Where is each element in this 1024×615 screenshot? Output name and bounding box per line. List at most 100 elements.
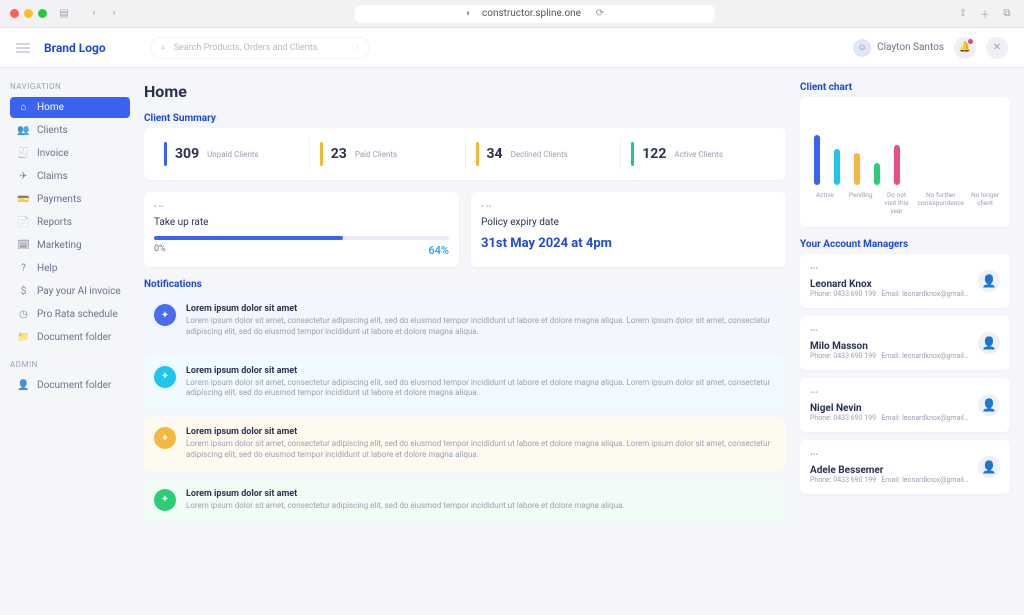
manager-name: Adele Bessemer — [810, 465, 970, 476]
chart-bar — [814, 135, 820, 185]
search-input[interactable]: ⌕ Search Products, Orders and Clients › — [150, 37, 370, 59]
avatar: 👤 — [978, 270, 1000, 292]
file-icon: 📄 — [18, 217, 29, 228]
sidebar-item-document-folder[interactable]: 👤Document folder — [10, 375, 130, 396]
notification-text: Lorem ipsum dolor sit amet, consectetur … — [186, 378, 776, 400]
folder-icon: 📁 — [18, 332, 29, 343]
sidebar-item-marketing[interactable]: 🗓Marketing — [10, 235, 130, 256]
notification-icon: ✦ — [154, 427, 176, 449]
share-icon[interactable]: ⇪ — [956, 7, 970, 21]
notification-text: Lorem ipsum dolor sit amet, consectetur … — [186, 316, 776, 338]
chart-category-label: No further correspondence — [917, 191, 964, 215]
notification-icon: ✦ — [154, 366, 176, 388]
shield-icon: ◐ — [462, 7, 476, 21]
tabs-icon[interactable]: ⧉ — [1000, 7, 1014, 21]
invoice-icon: 🧾 — [18, 148, 29, 159]
sidebar-nav-label: NAVIGATION — [10, 82, 130, 91]
sidebar-item-claims[interactable]: ✈Claims — [10, 166, 130, 187]
take-up-rate-card: • •• Take up rate 0% 64% — [144, 192, 459, 267]
brand-logo[interactable]: Brand Logo — [44, 41, 106, 55]
minimize-window-icon[interactable] — [24, 9, 33, 18]
sidebar: NAVIGATION ⌂Home👥Clients🧾Invoice✈Claims💳… — [0, 68, 140, 615]
chart-bar — [894, 145, 900, 185]
users-icon: 👥 — [18, 125, 29, 136]
notification-text: Lorem ipsum dolor sit amet, consectetur … — [186, 501, 625, 512]
manager-card[interactable]: ••• Milo Masson Phone: 0433 690 199 Emai… — [800, 316, 1010, 370]
back-icon[interactable]: ‹ — [87, 7, 101, 21]
menu-icon[interactable] — [16, 43, 30, 53]
notification-title: Lorem ipsum dolor sit amet — [186, 304, 776, 314]
manager-card[interactable]: ••• Nigel Nevin Phone: 0433 690 199 Emai… — [800, 378, 1010, 432]
chart-category-label: Do not visit this year — [882, 191, 912, 215]
accent-bar — [631, 142, 634, 166]
card-meta: • •• — [154, 202, 449, 211]
progress-pct: 64% — [428, 244, 449, 257]
summary-label: Declined Clients — [511, 150, 568, 159]
main-content: Home Client Summary 309 Unpaid Clients 2… — [140, 68, 1024, 615]
sidebar-item-invoice[interactable]: 🧾Invoice — [10, 143, 130, 164]
card-meta: ••• — [810, 388, 970, 397]
card-meta: ••• — [810, 326, 970, 335]
sidebar-item-pay-your-ai-invoice[interactable]: $Pay your AI invoice — [10, 281, 130, 302]
sidebar-toggle-icon[interactable]: ▤ — [57, 7, 71, 21]
new-tab-icon[interactable]: ＋ — [978, 7, 992, 21]
expiry-value: 31st May 2024 at 4pm — [481, 236, 776, 251]
client-summary-card: 309 Unpaid Clients 23 Paid Clients 34 De… — [144, 128, 786, 180]
chart-category-label: Active — [810, 191, 840, 215]
sidebar-item-label: Clients — [37, 125, 68, 136]
dollar-icon: $ — [18, 286, 29, 297]
card-meta: • •• — [481, 202, 776, 211]
card-meta: ••• — [810, 264, 970, 273]
managers-list: ••• Leonard Knox Phone: 0433 690 199 Ema… — [800, 254, 1010, 494]
sidebar-item-clients[interactable]: 👥 Clients — [10, 120, 130, 141]
notification-icon: ✦ — [154, 489, 176, 511]
sidebar-item-document-folder[interactable]: 📁Document folder — [10, 327, 130, 348]
reload-icon[interactable]: ⟳ — [593, 7, 607, 21]
avatar: 👤 — [978, 332, 1000, 354]
close-icon[interactable]: ✕ — [986, 37, 1008, 59]
notification-item[interactable]: ✦ Lorem ipsum dolor sit amet Lorem ipsum… — [144, 356, 786, 410]
notifications-list: ✦ Lorem ipsum dolor sit amet Lorem ipsum… — [144, 294, 786, 522]
sidebar-item-label: Payments — [37, 194, 81, 205]
sidebar-item-label: Reports — [37, 217, 72, 228]
sidebar-item-label: Help — [37, 263, 57, 274]
sidebar-item-home[interactable]: ⌂Home — [10, 97, 130, 118]
summary-value: 34 — [487, 146, 503, 162]
accent-bar — [164, 142, 167, 166]
sidebar-item-payments[interactable]: 💳 Payments — [10, 189, 130, 210]
close-window-icon[interactable] — [10, 9, 19, 18]
address-bar[interactable]: ◐ constructor.spline.one ⟳ — [355, 5, 715, 23]
manager-name: Nigel Nevin — [810, 403, 970, 414]
expiry-title: Policy expiry date — [481, 217, 776, 228]
accent-bar — [320, 142, 323, 166]
clock-icon: ◷ — [18, 309, 29, 320]
summary-cell: 34 Declined Clients — [465, 138, 621, 170]
summary-value: 309 — [175, 146, 199, 162]
sidebar-item-pro-rata-schedule[interactable]: ◷Pro Rata schedule — [10, 304, 130, 325]
forward-icon[interactable]: › — [107, 7, 121, 21]
notification-item[interactable]: ✦ Lorem ipsum dolor sit amet Lorem ipsum… — [144, 417, 786, 471]
chevron-right-icon: › — [356, 43, 359, 53]
chart-bars — [814, 113, 996, 185]
manager-card[interactable]: ••• Adele Bessemer Phone: 0433 690 199 E… — [800, 440, 1010, 494]
summary-cell: 23 Paid Clients — [309, 138, 465, 170]
maximize-window-icon[interactable] — [38, 9, 47, 18]
client-chart-title: Client chart — [800, 82, 1010, 93]
manager-name: Leonard Knox — [810, 279, 970, 290]
card-icon: 💳 — [18, 194, 29, 205]
summary-value: 23 — [331, 146, 347, 162]
chrome-actions: ⇪ ＋ ⧉ — [956, 7, 1014, 21]
notification-item[interactable]: ✦ Lorem ipsum dolor sit amet Lorem ipsum… — [144, 294, 786, 348]
manager-name: Milo Masson — [810, 341, 970, 352]
nav-buttons: ‹ › — [87, 7, 121, 21]
chart-category-label: Pending — [846, 191, 876, 215]
chart-bar — [834, 149, 840, 185]
send-icon: ✈ — [18, 171, 29, 182]
sidebar-item-help[interactable]: ?Help — [10, 258, 130, 279]
manager-card[interactable]: ••• Leonard Knox Phone: 0433 690 199 Ema… — [800, 254, 1010, 308]
sidebar-item-reports[interactable]: 📄 Reports — [10, 212, 130, 233]
search-placeholder: Search Products, Orders and Clients — [174, 43, 318, 53]
user-chip[interactable]: ☺ Clayton Santos — [853, 39, 944, 57]
bell-icon[interactable]: 🔔 — [954, 37, 976, 59]
notification-item[interactable]: ✦ Lorem ipsum dolor sit amet Lorem ipsum… — [144, 479, 786, 522]
